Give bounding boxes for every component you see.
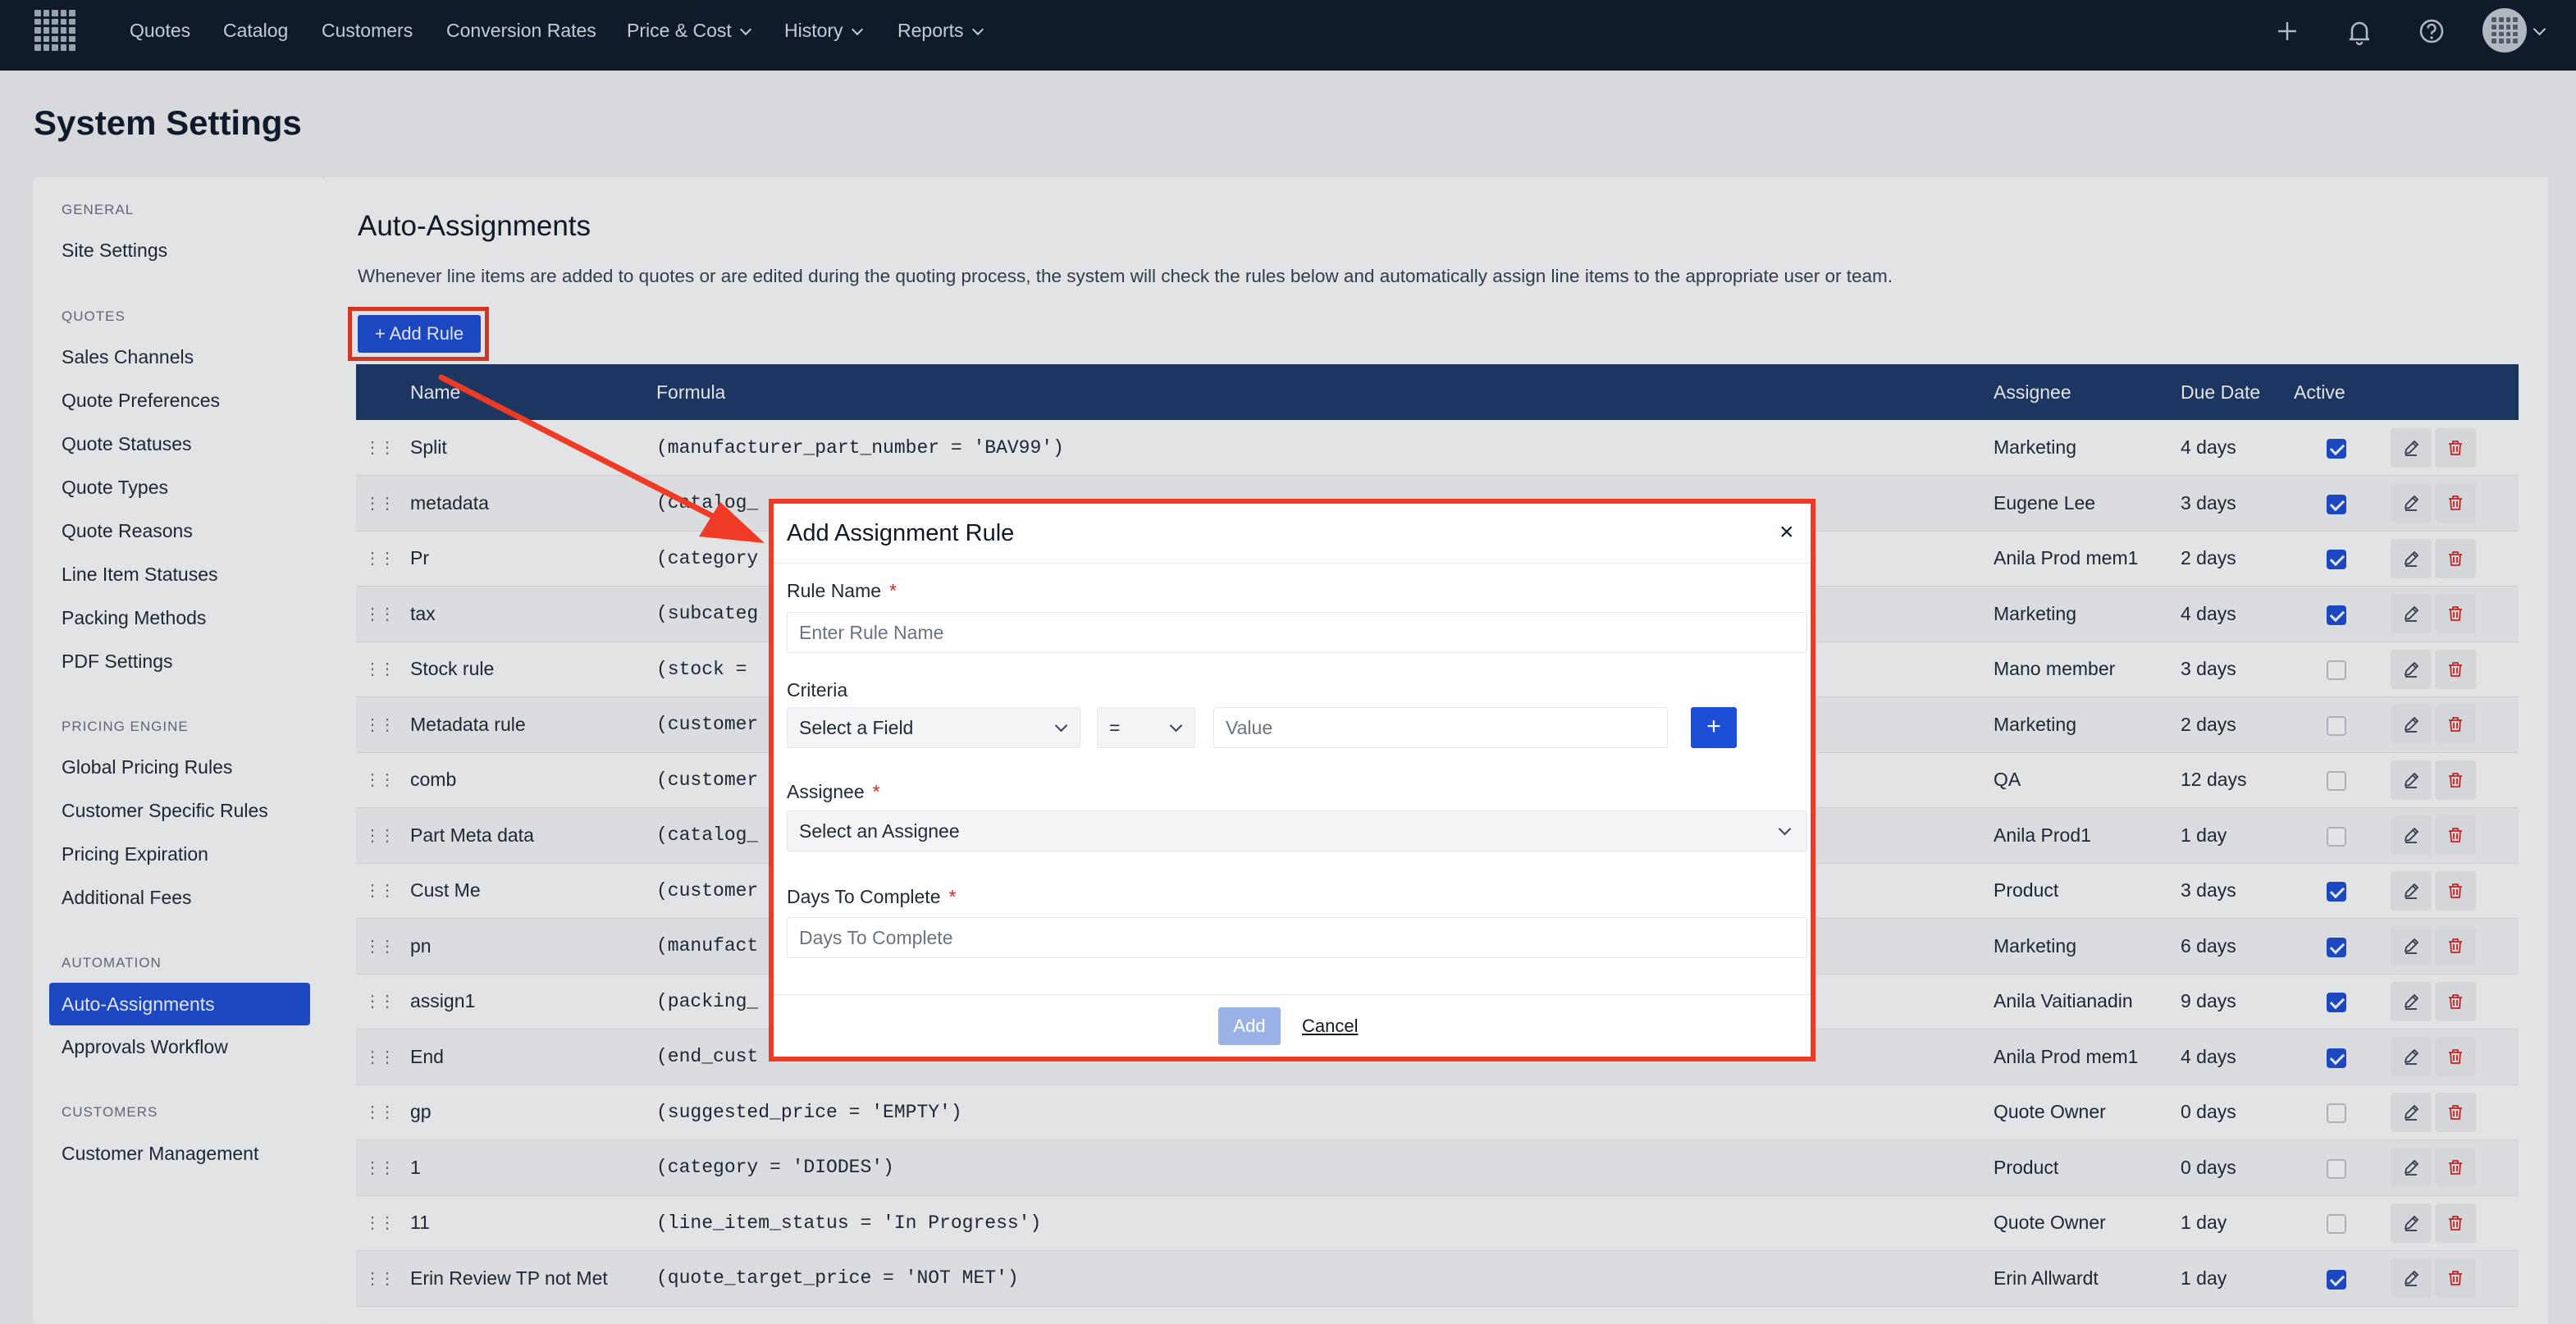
cancel-button[interactable]: Cancel [1302, 1016, 1358, 1037]
rule-name-label: Rule Name * [787, 580, 897, 602]
add-button[interactable]: Add [1218, 1007, 1281, 1045]
required-mark: * [872, 781, 880, 802]
chevron-down-icon [1054, 719, 1068, 733]
select-value: = [1109, 717, 1121, 738]
rule-name-input[interactable]: Enter Rule Name [787, 612, 1807, 653]
divider [774, 563, 1811, 564]
select-value: Select an Assignee [799, 820, 960, 842]
required-mark: * [948, 886, 957, 907]
criteria-operator-select[interactable]: = [1097, 707, 1195, 748]
criteria-label: Criteria [787, 679, 848, 701]
chevron-down-icon [1778, 822, 1792, 836]
days-to-complete-label: Days To Complete * [787, 886, 956, 908]
label-text: Assignee [787, 781, 865, 802]
required-mark: * [889, 580, 897, 601]
add-criteria-button[interactable]: + [1691, 707, 1737, 748]
label-text: Rule Name [787, 580, 882, 601]
close-icon[interactable]: × [1779, 520, 1794, 545]
chevron-down-icon [1169, 719, 1183, 733]
add-assignment-rule-dialog: Add Assignment Rule × Rule Name * Enter R… [769, 499, 1816, 1061]
days-to-complete-input[interactable]: Days To Complete [787, 917, 1807, 958]
select-value: Select a Field [799, 717, 914, 738]
assignee-select[interactable]: Select an Assignee [787, 810, 1807, 851]
criteria-field-select[interactable]: Select a Field [787, 707, 1080, 748]
dialog-title: Add Assignment Rule [787, 520, 1015, 546]
assignee-label: Assignee * [787, 781, 880, 803]
divider [774, 994, 1811, 995]
label-text: Days To Complete [787, 886, 941, 907]
criteria-value-input[interactable]: Value [1213, 707, 1668, 748]
